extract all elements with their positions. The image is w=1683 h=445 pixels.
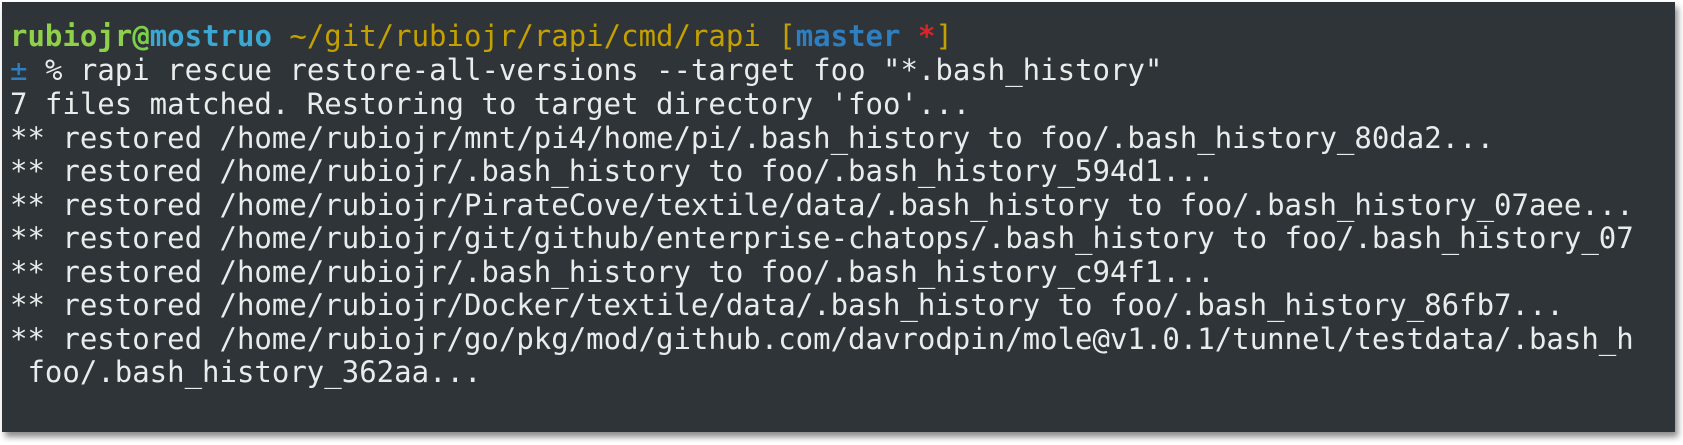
output-line: ** restored /home/rubiojr/PirateCove/tex… bbox=[10, 188, 1634, 222]
prompt-path: ~/git/rubiojr/rapi/cmd/rapi bbox=[289, 19, 761, 53]
prompt-dirty-marker: * bbox=[917, 19, 936, 53]
prompt-bracket-open: [ bbox=[778, 19, 796, 53]
prompt-user: rubiojr bbox=[10, 19, 133, 53]
output-line: ** restored /home/rubiojr/mnt/pi4/home/p… bbox=[10, 121, 1495, 155]
output-line: ** restored /home/rubiojr/.bash_history … bbox=[10, 255, 1215, 289]
output-line: ** restored /home/rubiojr/git/github/ent… bbox=[10, 221, 1634, 255]
prompt-host: mostruo bbox=[149, 19, 272, 53]
command-line[interactable]: ± % rapi rescue restore-all-versions --t… bbox=[10, 52, 1162, 88]
prompt-char: % bbox=[44, 53, 63, 87]
output-line: ** restored /home/rubiojr/Docker/textile… bbox=[10, 288, 1564, 322]
prompt-branch: master bbox=[795, 19, 901, 53]
output-line: ** restored /home/rubiojr/go/pkg/mod/git… bbox=[10, 322, 1634, 356]
terminal-window[interactable]: rubiojr@mostruo ~/git/rubiojr/rapi/cmd/r… bbox=[2, 2, 1675, 432]
command-text: rapi rescue restore-all-versions --targe… bbox=[79, 53, 1163, 87]
output-line: foo/.bash_history_362aa... bbox=[10, 355, 482, 389]
screenshot-frame: rubiojr@mostruo ~/git/rubiojr/rapi/cmd/r… bbox=[0, 0, 1683, 445]
git-status-symbol: ± bbox=[10, 53, 28, 87]
prompt-at: @ bbox=[132, 19, 150, 53]
prompt-bracket-close: ] bbox=[935, 19, 953, 53]
output-line: 7 files matched. Restoring to target dir… bbox=[10, 87, 971, 121]
prompt-line: rubiojr@mostruo ~/git/rubiojr/rapi/cmd/r… bbox=[10, 18, 953, 54]
output-line: ** restored /home/rubiojr/.bash_history … bbox=[10, 154, 1215, 188]
